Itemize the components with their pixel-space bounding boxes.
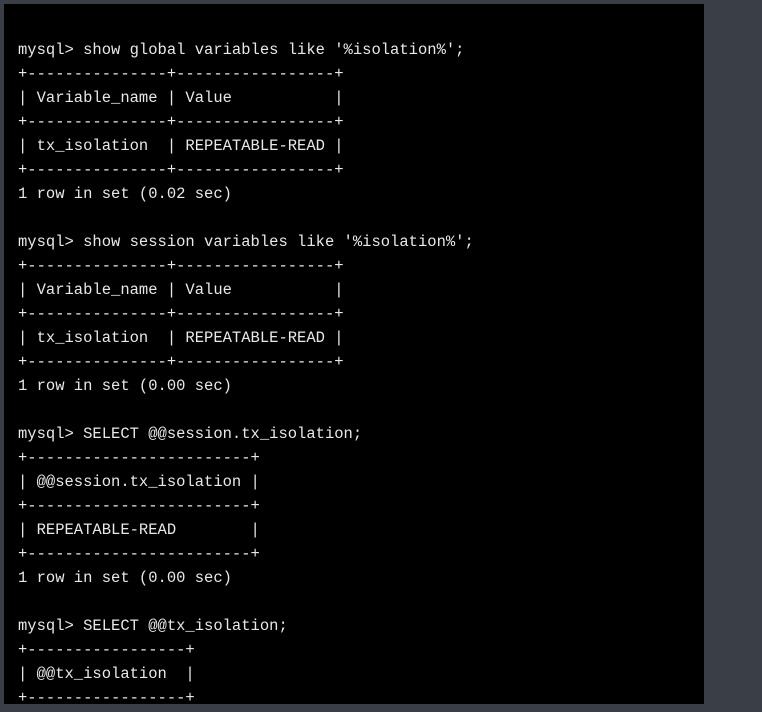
mysql-terminal[interactable]: mysql> show global variables like '%isol… xyxy=(4,4,704,704)
terminal-content: mysql> show global variables like '%isol… xyxy=(18,41,474,704)
